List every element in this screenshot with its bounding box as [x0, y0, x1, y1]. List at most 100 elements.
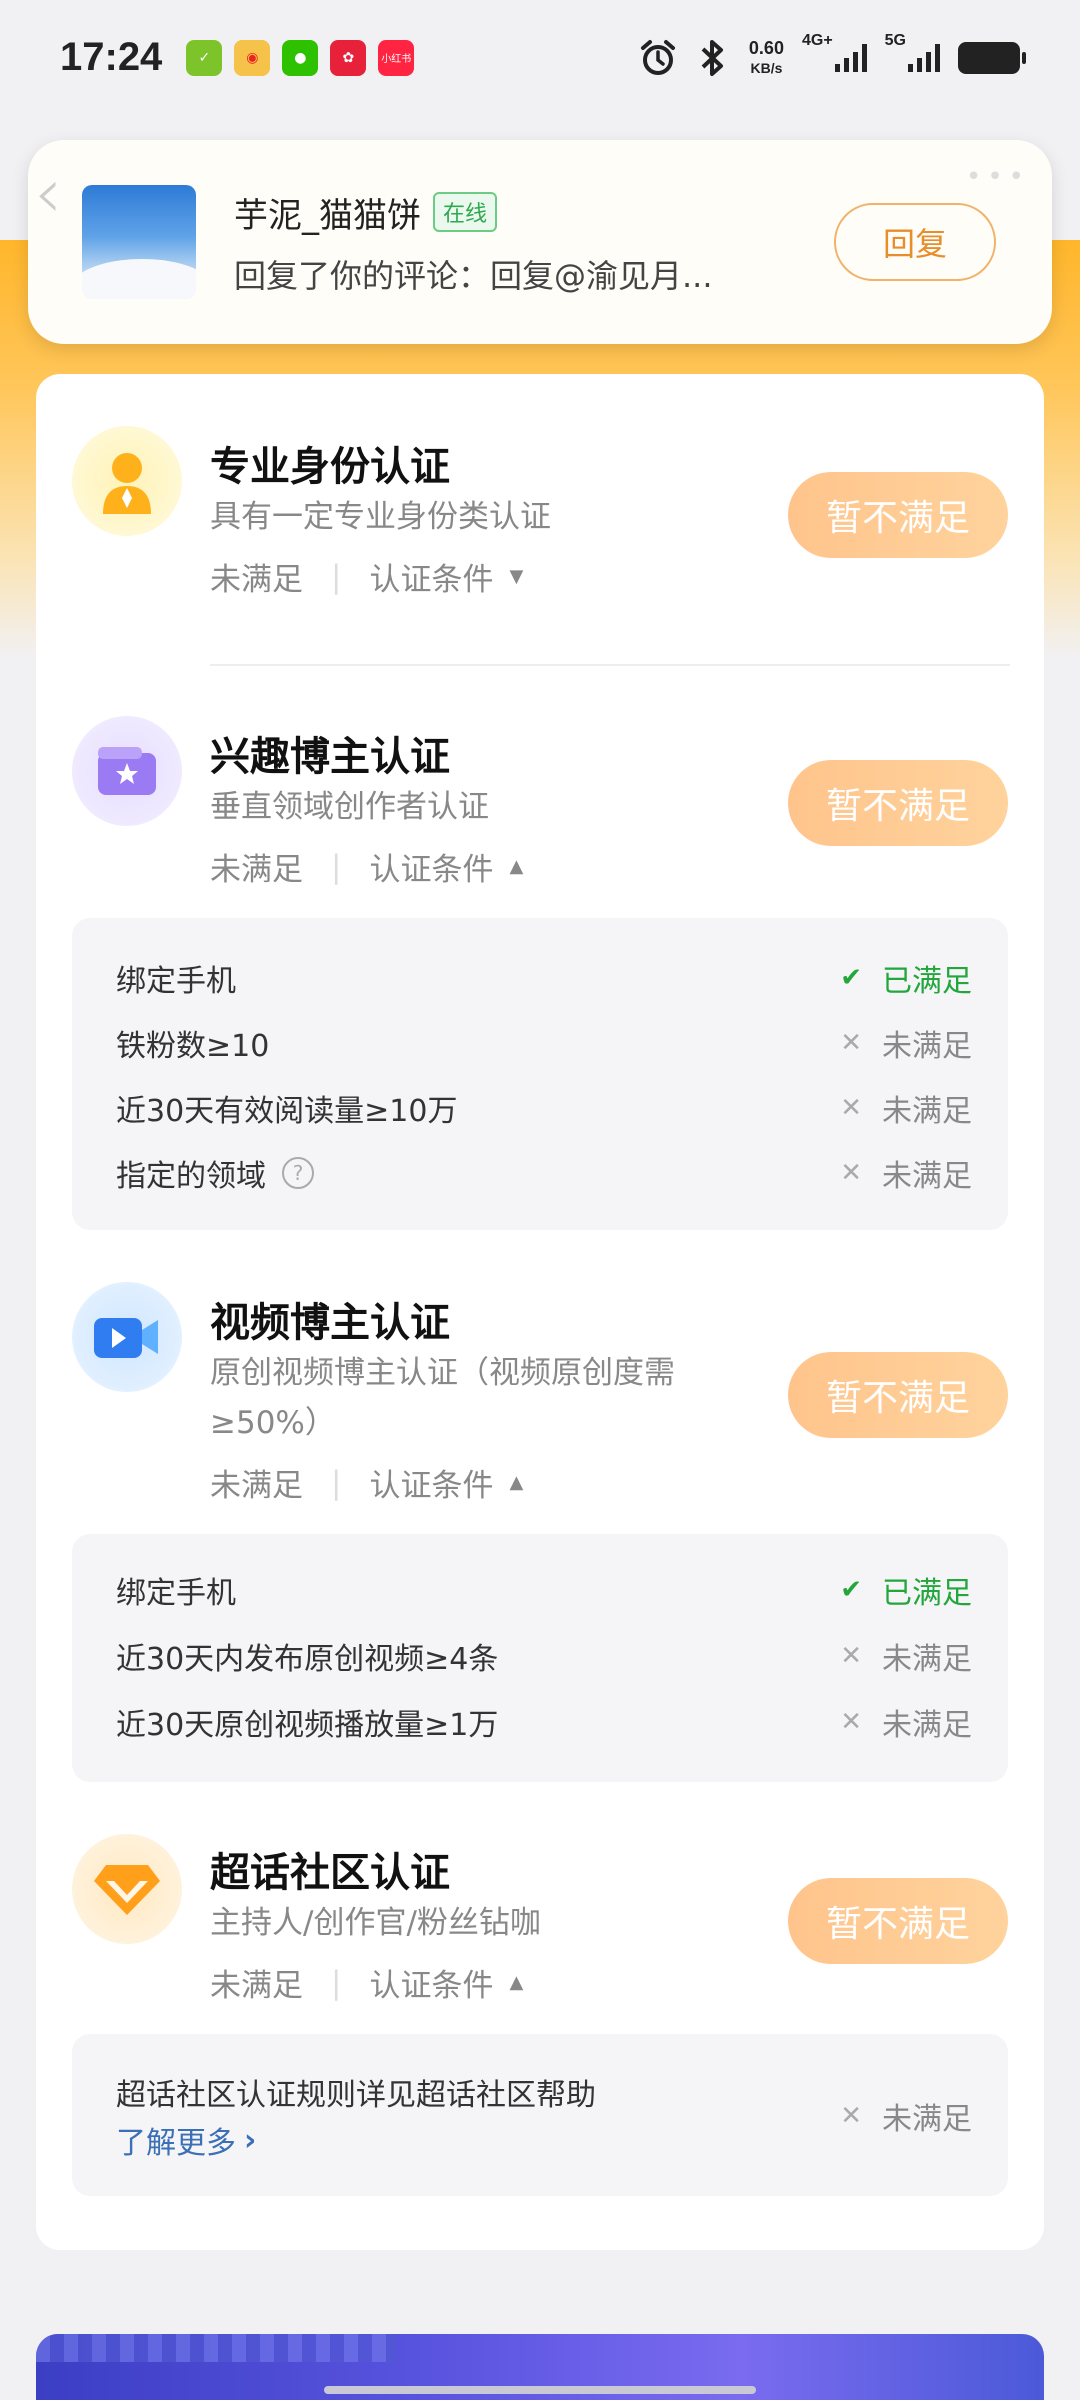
back-chevron-icon[interactable]: ‹ — [34, 152, 62, 234]
condition-row: 近30天内发布原创视频≥4条 ✕ 未满足 — [116, 1634, 972, 1678]
diamond-icon — [72, 1834, 182, 1944]
sim2-network-label: 5G — [884, 31, 906, 49]
pending-button[interactable]: 暂不满足 — [788, 1352, 1008, 1438]
signal-sim2-icon: 5G — [885, 32, 940, 72]
check-icon: ✔ — [840, 1575, 862, 1605]
cert-title-supertopic: 超话社区认证 — [210, 1850, 450, 1896]
condition-row: 近30天原创视频播放量≥1万 ✕ 未满足 — [116, 1702, 972, 1743]
message-notification[interactable]: ‹ ••• 芋泥_猫猫饼 在线 回复了你的评论：回复@渝见月... 回复 — [28, 140, 1052, 344]
pending-button[interactable]: 暂不满足 — [788, 472, 1008, 558]
condition-status: ✔ 已满足 — [840, 956, 972, 1000]
cert-subtitle-interest: 垂直领域创作者认证 — [210, 789, 489, 825]
cert-status: 未满足 — [210, 852, 303, 888]
pending-button[interactable]: 暂不满足 — [788, 1878, 1008, 1964]
star-wallet-icon — [72, 716, 182, 826]
condition-status: ✔ 已满足 — [840, 1568, 972, 1612]
conditions-toggle[interactable]: 认证条件 — [369, 554, 493, 599]
condition-label: 绑定手机 — [116, 964, 236, 999]
pending-button[interactable]: 暂不满足 — [788, 760, 1008, 846]
cert-meta-supertopic: 未满足 | 认证条件 ▲ — [210, 1960, 523, 2005]
meta-separator: | — [331, 1464, 342, 1501]
check-icon: ✔ — [840, 963, 862, 993]
condition-status: ✕ 未满足 — [840, 1634, 972, 1678]
certification-list: 专业身份认证 具有一定专业身份类认证 未满足 | 认证条件 ▼ 暂不满足 兴趣博… — [36, 374, 1044, 2250]
condition-label: 指定的领域 — [116, 1159, 266, 1194]
sim1-network-label: 4G+ — [801, 31, 833, 49]
condition-status: ✕ 未满足 — [840, 1086, 972, 1130]
avatar[interactable] — [82, 185, 196, 299]
cert-status: 未满足 — [210, 1468, 303, 1504]
cross-icon: ✕ — [840, 1707, 862, 1737]
section-divider — [210, 664, 1010, 666]
online-badge: 在线 — [433, 192, 498, 232]
conditions-panel-interest: 绑定手机 ✔ 已满足 铁粉数≥10 ✕ 未满足 近30天有效阅读量≥10万 ✕ 未满足… — [72, 918, 1008, 1230]
notification-sender: 芋泥_猫猫饼 在线 — [234, 188, 834, 237]
condition-label: 近30天原创视频播放量≥1万 — [116, 1708, 499, 1743]
cert-subtitle-professional: 具有一定专业身份类认证 — [210, 499, 551, 535]
meta-separator: | — [331, 848, 342, 885]
condition-row: ✕ 未满足 — [116, 2094, 972, 2138]
weibo-icon: ◉ — [234, 39, 271, 76]
sender-name: 芋泥_猫猫饼 — [234, 195, 421, 236]
status-indicators: 0.60 KB/s 4G+ 5G — [639, 32, 1026, 78]
reply-button[interactable]: 回复 — [834, 203, 996, 281]
cross-icon: ✕ — [840, 1641, 862, 1671]
phone-check-icon: ✓ — [186, 39, 223, 76]
cert-status: 未满足 — [210, 562, 303, 598]
cert-meta-professional: 未满足 | 认证条件 ▼ — [210, 554, 523, 599]
caret-up-icon[interactable]: ▲ — [509, 1472, 523, 1493]
cross-icon: ✕ — [840, 1158, 862, 1188]
notification-content: 芋泥_猫猫饼 在线 回复了你的评论：回复@渝见月... — [234, 188, 834, 297]
cross-icon: ✕ — [840, 2101, 862, 2131]
condition-label: 近30天内发布原创视频≥4条 — [116, 1642, 499, 1677]
condition-row: 近30天有效阅读量≥10万 ✕ 未满足 — [116, 1086, 972, 1130]
condition-status: ✕ 未满足 — [840, 2094, 972, 2138]
cert-meta-interest: 未满足 | 认证条件 ▲ — [210, 844, 523, 889]
conditions-toggle[interactable]: 认证条件 — [369, 1460, 493, 1505]
condition-row: 指定的领域 ? ✕ 未满足 — [116, 1151, 972, 1195]
meta-separator: | — [331, 558, 342, 595]
cross-icon: ✕ — [840, 1028, 862, 1058]
taobao-icon: ✿ — [330, 39, 367, 76]
video-camera-icon — [72, 1282, 182, 1392]
signal-sim1-icon: 4G+ — [802, 32, 867, 72]
cert-subtitle-video: 原创视频博主认证（视频原创度需 ≥50%） — [210, 1348, 710, 1448]
conditions-toggle[interactable]: 认证条件 — [369, 844, 493, 889]
person-tie-icon — [72, 426, 182, 536]
conditions-panel-video: 绑定手机 ✔ 已满足 近30天内发布原创视频≥4条 ✕ 未满足 近30天原创视频播放… — [72, 1534, 1008, 1782]
condition-row: 绑定手机 ✔ 已满足 — [116, 1568, 972, 1612]
condition-label: 铁粉数≥10 — [116, 1029, 270, 1064]
condition-status-text: 未满足 — [882, 2102, 972, 2137]
cert-subtitle-line: ≥50%） — [210, 1405, 336, 1441]
more-dots-icon[interactable]: ••• — [966, 162, 1030, 192]
meta-separator: | — [331, 1964, 342, 2001]
caret-up-icon[interactable]: ▲ — [509, 1972, 523, 1993]
cert-status: 未满足 — [210, 1968, 303, 2004]
help-icon[interactable]: ? — [282, 1157, 314, 1189]
home-indicator[interactable] — [324, 2386, 756, 2394]
condition-status-text: 未满足 — [882, 1642, 972, 1677]
battery-icon — [958, 41, 1026, 74]
cert-title-interest: 兴趣博主认证 — [210, 734, 450, 780]
condition-status-text: 未满足 — [882, 1029, 972, 1064]
network-speed: 0.60 KB/s — [749, 38, 784, 78]
conditions-toggle[interactable]: 认证条件 — [369, 1960, 493, 2005]
caret-up-icon[interactable]: ▲ — [509, 856, 523, 877]
condition-label: 近30天有效阅读量≥10万 — [116, 1094, 458, 1129]
conditions-panel-supertopic: 超话社区认证规则详见超话社区帮助 了解更多 › ✕ 未满足 — [72, 2034, 1008, 2196]
cert-title-video: 视频博主认证 — [210, 1300, 450, 1346]
alarm-icon — [640, 39, 675, 75]
wechat-icon: ● — [282, 39, 319, 76]
condition-row: 绑定手机 ✔ 已满足 — [116, 956, 972, 1000]
condition-status-text: 未满足 — [882, 1159, 972, 1194]
condition-row: 铁粉数≥10 ✕ 未满足 — [116, 1023, 972, 1064]
condition-status-text: 未满足 — [882, 1094, 972, 1129]
condition-status: ✕ 未满足 — [840, 1151, 972, 1195]
cert-meta-video: 未满足 | 认证条件 ▲ — [210, 1460, 523, 1505]
bluetooth-icon — [701, 39, 723, 76]
cert-subtitle-line: 原创视频博主认证（视频原创度需 — [210, 1355, 675, 1391]
condition-status-text: 已满足 — [882, 964, 972, 999]
cross-icon: ✕ — [840, 1093, 862, 1123]
network-speed-value: 0.60 — [748, 37, 784, 58]
caret-down-icon[interactable]: ▼ — [509, 566, 523, 587]
